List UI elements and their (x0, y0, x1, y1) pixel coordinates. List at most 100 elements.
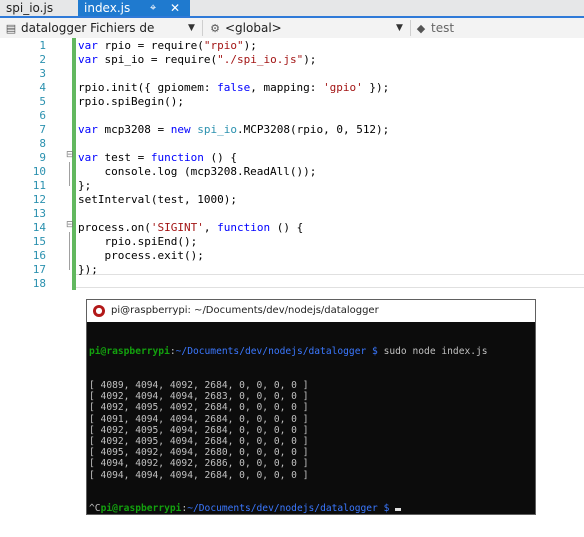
scope-label: <global> (225, 21, 282, 35)
code-line: 12 setInterval(test, 1000); (0, 193, 584, 207)
line-number: 16 (32, 249, 46, 262)
code-token: new (170, 123, 191, 136)
terminal-cursor (395, 508, 402, 512)
chevron-down-icon: ▼ (396, 23, 403, 33)
terminal-title-bar[interactable]: ● pi@raspberrypi: ~/Documents/dev/nodejs… (87, 300, 535, 322)
code-token: spi_io = require( (97, 53, 218, 66)
code-token: var (78, 39, 98, 52)
code-token: setInterval(test, 1000); (78, 193, 237, 206)
code-editor[interactable]: ⊟ ⊟ 1 var rpio = require("rpio"); 2 var spi… (0, 38, 584, 290)
code-token: var (78, 151, 98, 164)
code-token: }); (362, 81, 390, 94)
code-line: 6 (0, 109, 584, 123)
code-text: }); (78, 263, 98, 277)
code-text: setInterval(test, 1000); (78, 193, 237, 207)
line-number: 11 (32, 179, 46, 192)
code-token: .MCP3208(rpio, 0, 512); (236, 123, 390, 136)
code-token: var (78, 123, 98, 136)
scope-icon: ⚙ (210, 22, 220, 35)
line-number: 9 (39, 151, 46, 164)
output-line: [ 4092, 4095, 4092, 2684, 0, 0, 0, 0 ] (89, 402, 309, 414)
code-line: 15 rpio.spiEnd(); (0, 235, 584, 249)
code-line: 3 (0, 67, 584, 81)
code-line: 5 rpio.spiBegin(); (0, 95, 584, 109)
code-text: rpio.init({ gpiomem: false, mapping: 'gp… (78, 81, 389, 95)
line-number: 2 (39, 53, 46, 66)
line-number: 8 (39, 137, 46, 150)
divider (202, 20, 203, 36)
code-token: , mapping: (250, 81, 324, 94)
line-number: 15 (32, 235, 46, 248)
code-line: 10 console.log (mcp3208.ReadAll()); (0, 165, 584, 179)
tab-label: spi_io.js (6, 1, 54, 15)
output-line: [ 4092, 4095, 4094, 2684, 0, 0, 0, 0 ] (89, 436, 309, 448)
pin-icon[interactable]: ⌖ (150, 0, 156, 16)
member-icon: ◆ (416, 22, 426, 35)
line-number: 10 (32, 165, 46, 178)
code-token: }); (78, 263, 98, 276)
tab-spi-io-js[interactable]: spi_io.js (0, 0, 78, 16)
ctrl-c: ^C (89, 503, 101, 515)
code-token: () { (270, 221, 304, 234)
code-text: process.on('SIGINT', function () { (78, 221, 303, 235)
terminal-window[interactable]: ● pi@raspberrypi: ~/Documents/dev/nodejs… (86, 299, 536, 515)
project-icon: ▤ (5, 22, 17, 35)
raspberry-icon: ● (93, 305, 105, 317)
project-dropdown[interactable]: ▤datalogger Fichiers de contenu ▼ (4, 19, 198, 54)
code-line: 1 var rpio = require("rpio"); (0, 39, 584, 53)
code-token: 'gpio' (323, 81, 363, 94)
code-line: 13 (0, 207, 584, 221)
navigation-bar: ▤datalogger Fichiers de contenu ▼ ⚙ <glob… (0, 18, 584, 54)
output-line: [ 4091, 4094, 4094, 2684, 0, 0, 0, 0 ] (89, 413, 309, 425)
code-token: ); (303, 53, 317, 66)
prompt-path: ~/Documents/dev/nodejs/datalogger $ (175, 346, 378, 358)
member-dropdown[interactable]: ◆ test (414, 19, 584, 37)
output-line: [ 4094, 4094, 4094, 2684, 0, 0, 0, 0 ] (89, 469, 309, 481)
code-token: spi_io (197, 123, 237, 136)
line-number: 12 (32, 193, 46, 206)
line-number: 13 (32, 207, 46, 220)
code-text: var test = function () { (78, 151, 237, 165)
code-token: 'SIGINT' (150, 221, 204, 234)
close-icon[interactable]: ✕ (170, 0, 180, 16)
code-token: rpio.init({ gpiomem: (78, 81, 218, 94)
prompt-user: pi@raspberrypi (89, 346, 170, 358)
code-line: 17}); (0, 263, 584, 277)
line-number: 18 (32, 277, 46, 290)
code-line: 11}; (0, 179, 584, 193)
code-line: 9 var test = function () { (0, 151, 584, 165)
code-token: , (203, 221, 218, 234)
code-token: rpio.spiEnd(); (78, 235, 198, 248)
code-text: }; (78, 179, 91, 193)
tab-index-js[interactable]: index.js ⌖ ✕ (78, 0, 190, 16)
divider (410, 20, 411, 36)
code-line: 2 var spi_io = require("./spi_io.js"); (0, 53, 584, 67)
command-text: sudo node index.js (383, 346, 488, 358)
code-token: "./spi_io.js" (217, 53, 304, 66)
code-token: function (217, 221, 271, 234)
code-token: test = (97, 151, 151, 164)
code-text: console.log (mcp3208.ReadAll()); (78, 165, 316, 179)
tab-label: index.js (84, 1, 131, 15)
scope-dropdown[interactable]: ⚙ <global> ▼ (208, 19, 408, 37)
member-label: test (431, 21, 455, 35)
line-number: 7 (39, 123, 46, 136)
final-prompt-line: ^Cpi@raspberrypi:~/Documents/dev/nodejs/… (89, 503, 488, 514)
output-line: [ 4092, 4094, 4094, 2683, 0, 0, 0, 0 ] (89, 391, 309, 403)
code-line: 16 process.exit(); (0, 249, 584, 263)
line-number: 1 (39, 39, 46, 52)
code-token: rpio.spiBegin(); (78, 95, 184, 108)
code-token: function (150, 151, 204, 164)
code-token: var (78, 53, 98, 66)
line-number: 4 (39, 81, 46, 94)
line-number: 17 (32, 263, 46, 276)
prompt-user: pi@raspberrypi (100, 503, 182, 515)
command-line: pi@raspberrypi:~/Documents/dev/nodejs/da… (89, 346, 488, 358)
code-text: var rpio = require("rpio"); (78, 39, 257, 53)
code-line: 4 rpio.init({ gpiomem: false, mapping: 'g… (0, 81, 584, 95)
code-text: var mcp3208 = new spi_io.MCP3208(rpio, 0… (78, 123, 389, 137)
document-tab-bar: spi_io.js index.js ⌖ ✕ (0, 0, 584, 18)
code-token: ); (243, 39, 257, 52)
code-line: 18 (0, 277, 584, 291)
code-token: mcp3208 = (97, 123, 171, 136)
